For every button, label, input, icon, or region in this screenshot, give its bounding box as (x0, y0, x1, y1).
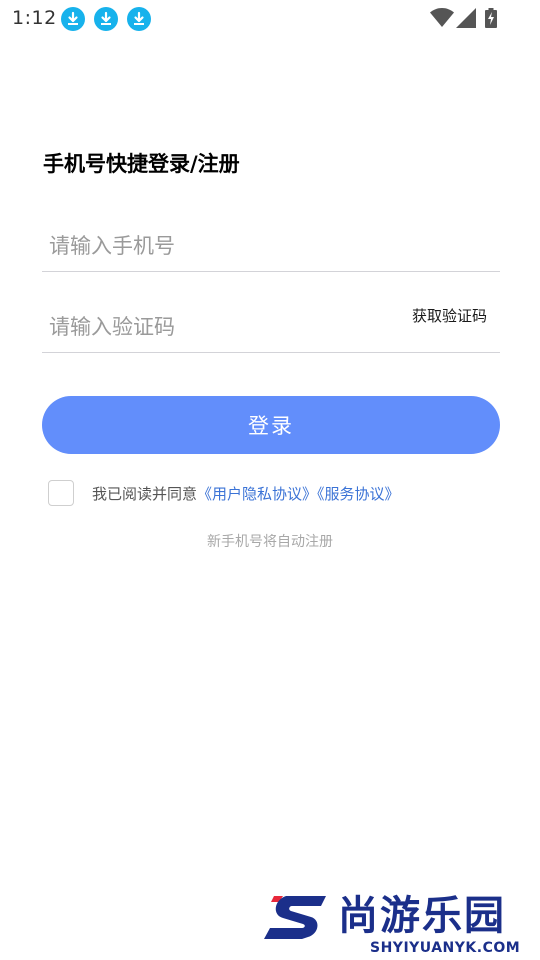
page-title: 手机号快捷登录/注册 (43, 152, 240, 176)
service-agreement-link[interactable]: 《服务协议》 (317, 485, 400, 503)
phone-field (42, 216, 500, 272)
download-icon (61, 7, 85, 31)
phone-input[interactable] (49, 226, 389, 266)
agreement-text: 我已阅读并同意 (92, 485, 198, 503)
login-screen: 1:12 手机号快捷登录/注册 获取验证码 登录 我已阅读并同意《 (0, 0, 540, 960)
status-bar: 1:12 (0, 0, 540, 38)
auto-register-hint: 新手机号将自动注册 (207, 534, 333, 550)
watermark-logo: 尚游乐园 SHYIYUANYK.COM (262, 892, 540, 960)
agreement-checkbox[interactable] (48, 480, 74, 506)
download-icon (127, 7, 151, 31)
status-time: 1:12 (12, 7, 57, 29)
signal-icon (456, 8, 476, 32)
get-code-button[interactable]: 获取验证码 (412, 305, 487, 326)
logo-s-icon (264, 896, 326, 939)
verification-code-input[interactable] (49, 307, 389, 347)
privacy-policy-link[interactable]: 《用户隐私协议》 (197, 485, 317, 503)
watermark-name-en: SHYIYUANYK.COM (370, 940, 521, 956)
watermark-name-cn: 尚游乐园 (338, 893, 506, 939)
login-button[interactable]: 登录 (42, 396, 500, 454)
download-icon (94, 7, 118, 31)
agreement-row: 我已阅读并同意《用户隐私协议》《服务协议》 (92, 483, 400, 504)
wifi-icon (430, 8, 454, 32)
verification-code-field: 获取验证码 (42, 297, 500, 353)
battery-charging-icon (485, 8, 497, 32)
